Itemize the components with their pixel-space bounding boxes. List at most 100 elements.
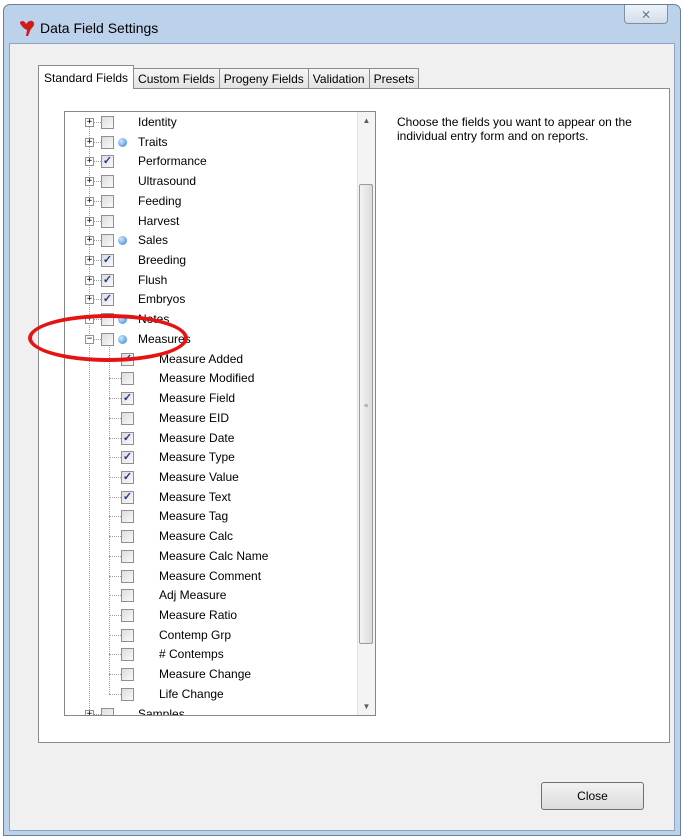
tree-checkbox[interactable]	[101, 116, 114, 129]
expand-icon[interactable]: +	[85, 216, 94, 226]
tree-checkbox[interactable]: ✓	[101, 254, 114, 268]
tree-node[interactable]: + Ultrasound	[65, 172, 360, 191]
tree-child-node[interactable]: Measure Calc	[65, 527, 360, 546]
tree-connector	[93, 161, 101, 163]
tree-child-node[interactable]: Life Change	[65, 685, 360, 704]
expand-icon[interactable]: +	[85, 137, 94, 147]
tree-checkbox[interactable]: ✓	[101, 293, 114, 307]
tree-node[interactable]: + Notes	[65, 310, 360, 329]
tree-checkbox[interactable]	[121, 648, 134, 662]
tree-node[interactable]: − Measures	[65, 330, 360, 349]
dialog-window: Data Field Settings ⨯ Standard Fields Cus…	[3, 4, 681, 836]
tree-checkbox[interactable]	[121, 687, 134, 701]
expand-icon[interactable]: +	[85, 196, 94, 206]
tree-checkbox[interactable]	[121, 589, 134, 603]
tree-checkbox[interactable]: ✓	[101, 155, 114, 169]
tree-child-node[interactable]: Measure Modified	[65, 369, 360, 388]
tree-checkbox[interactable]	[101, 194, 114, 208]
tree-checkbox[interactable]	[121, 569, 134, 583]
tree-node[interactable]: + Sales	[65, 231, 360, 250]
tree-child-node[interactable]: ✓ Measure Added	[65, 350, 360, 369]
tree-child-node[interactable]: Measure Change	[65, 665, 360, 684]
tree-child-node[interactable]: ✓ Measure Text	[65, 488, 360, 507]
tree-connector	[93, 200, 101, 202]
tree-node[interactable]: + Harvest	[65, 212, 360, 231]
tree-checkbox[interactable]	[121, 668, 134, 682]
tree-child-node[interactable]: Measure Tag	[65, 507, 360, 526]
tree-checkbox[interactable]: ✓	[121, 431, 134, 445]
tree-connector	[109, 457, 121, 459]
scrollbar-thumb[interactable]: ≡	[359, 183, 373, 644]
tree-connector	[109, 693, 121, 695]
title-bar[interactable]: Data Field Settings ⨯	[4, 5, 680, 43]
tree-checkbox[interactable]	[121, 609, 134, 622]
tree-child-node[interactable]: Measure Calc Name	[65, 547, 360, 566]
tree-child-node[interactable]: Measure Ratio	[65, 606, 360, 625]
tree-child-node[interactable]: Measure EID	[65, 409, 360, 428]
tree-checkbox[interactable]	[101, 214, 114, 228]
tree-checkbox[interactable]	[101, 135, 114, 149]
window-close-button[interactable]: ⨯	[624, 5, 668, 24]
tree-checkbox[interactable]	[121, 530, 134, 544]
tree-checkbox[interactable]	[121, 549, 134, 563]
tree-connector	[109, 496, 121, 498]
tree-child-node[interactable]: ✓ Measure Value	[65, 468, 360, 487]
tree-checkbox[interactable]: ✓	[121, 352, 134, 366]
tree-child-node[interactable]: ✓ Measure Type	[65, 448, 360, 467]
tree-checkbox[interactable]	[101, 175, 114, 189]
expand-icon[interactable]: +	[85, 256, 94, 266]
tab-presets[interactable]: Presets	[368, 68, 420, 88]
tree-child-node[interactable]: ✓ Measure Field	[65, 389, 360, 408]
tree-child-node[interactable]: Contemp Grp	[65, 626, 360, 645]
tree-child-node[interactable]: # Contemps	[65, 645, 360, 664]
tree-checkbox[interactable]	[101, 313, 114, 327]
tree-child-node[interactable]: Adj Measure	[65, 586, 360, 605]
tree-checkbox[interactable]	[101, 332, 114, 346]
tree-connector	[109, 358, 121, 360]
tree-checkbox[interactable]	[101, 234, 114, 248]
expand-icon[interactable]: +	[85, 275, 94, 285]
tree-connector	[93, 122, 101, 123]
tree-node[interactable]: + Feeding	[65, 192, 360, 211]
scroll-down-icon[interactable]: ▼	[358, 698, 375, 715]
tree-checkbox[interactable]: ✓	[121, 392, 134, 406]
tree-checkbox[interactable]	[121, 628, 134, 642]
expand-icon[interactable]: +	[85, 315, 94, 325]
tree-connector	[109, 476, 121, 478]
tree-checkbox[interactable]: ✓	[121, 470, 134, 484]
expand-icon[interactable]: +	[85, 118, 94, 127]
tree-checkbox[interactable]	[121, 411, 134, 425]
expand-icon[interactable]: +	[85, 157, 94, 167]
tree-node[interactable]: + Samples	[65, 705, 360, 715]
tree-checkbox[interactable]: ✓	[121, 490, 134, 504]
tree-node[interactable]: + Traits	[65, 133, 360, 152]
tab-standard-fields[interactable]: Standard Fields	[38, 65, 135, 89]
tree-checkbox[interactable]: ✓	[101, 273, 114, 287]
tree-checkbox[interactable]	[121, 510, 134, 524]
tree-checkbox[interactable]: ✓	[121, 451, 134, 465]
tab-progeny-fields[interactable]: Progeny Fields	[218, 68, 309, 88]
tree-connector	[109, 378, 121, 380]
collapse-icon[interactable]: −	[85, 334, 94, 344]
tree-checkbox[interactable]	[101, 707, 114, 715]
expand-icon[interactable]: +	[85, 709, 94, 715]
tree-checkbox[interactable]	[121, 372, 134, 386]
tree-child-node[interactable]: ✓ Measure Date	[65, 429, 360, 448]
tree-connector	[93, 319, 101, 321]
tree-node[interactable]: + ✓ Flush	[65, 271, 360, 290]
tree-child-node[interactable]: Measure Comment	[65, 567, 360, 586]
expand-icon[interactable]: +	[85, 177, 94, 187]
field-tree[interactable]: ▲ ≡ ▼ + Identity + Traits + ✓ Performance + Ultr…	[64, 111, 376, 716]
close-button[interactable]: Close	[541, 782, 644, 810]
expand-icon[interactable]: +	[85, 236, 94, 246]
tree-node[interactable]: + ✓ Breeding	[65, 251, 360, 270]
tab-custom-fields[interactable]: Custom Fields	[133, 68, 220, 88]
tree-node[interactable]: + ✓ Performance	[65, 152, 360, 171]
tab-validation[interactable]: Validation	[307, 68, 370, 88]
tree-connector	[93, 181, 101, 183]
tree-node[interactable]: + Identity	[65, 113, 360, 132]
tree-node-label: Adj Measure	[159, 588, 227, 603]
tree-node[interactable]: + ✓ Embryos	[65, 290, 360, 309]
expand-icon[interactable]: +	[85, 295, 94, 305]
scroll-up-icon[interactable]: ▲	[358, 112, 375, 129]
